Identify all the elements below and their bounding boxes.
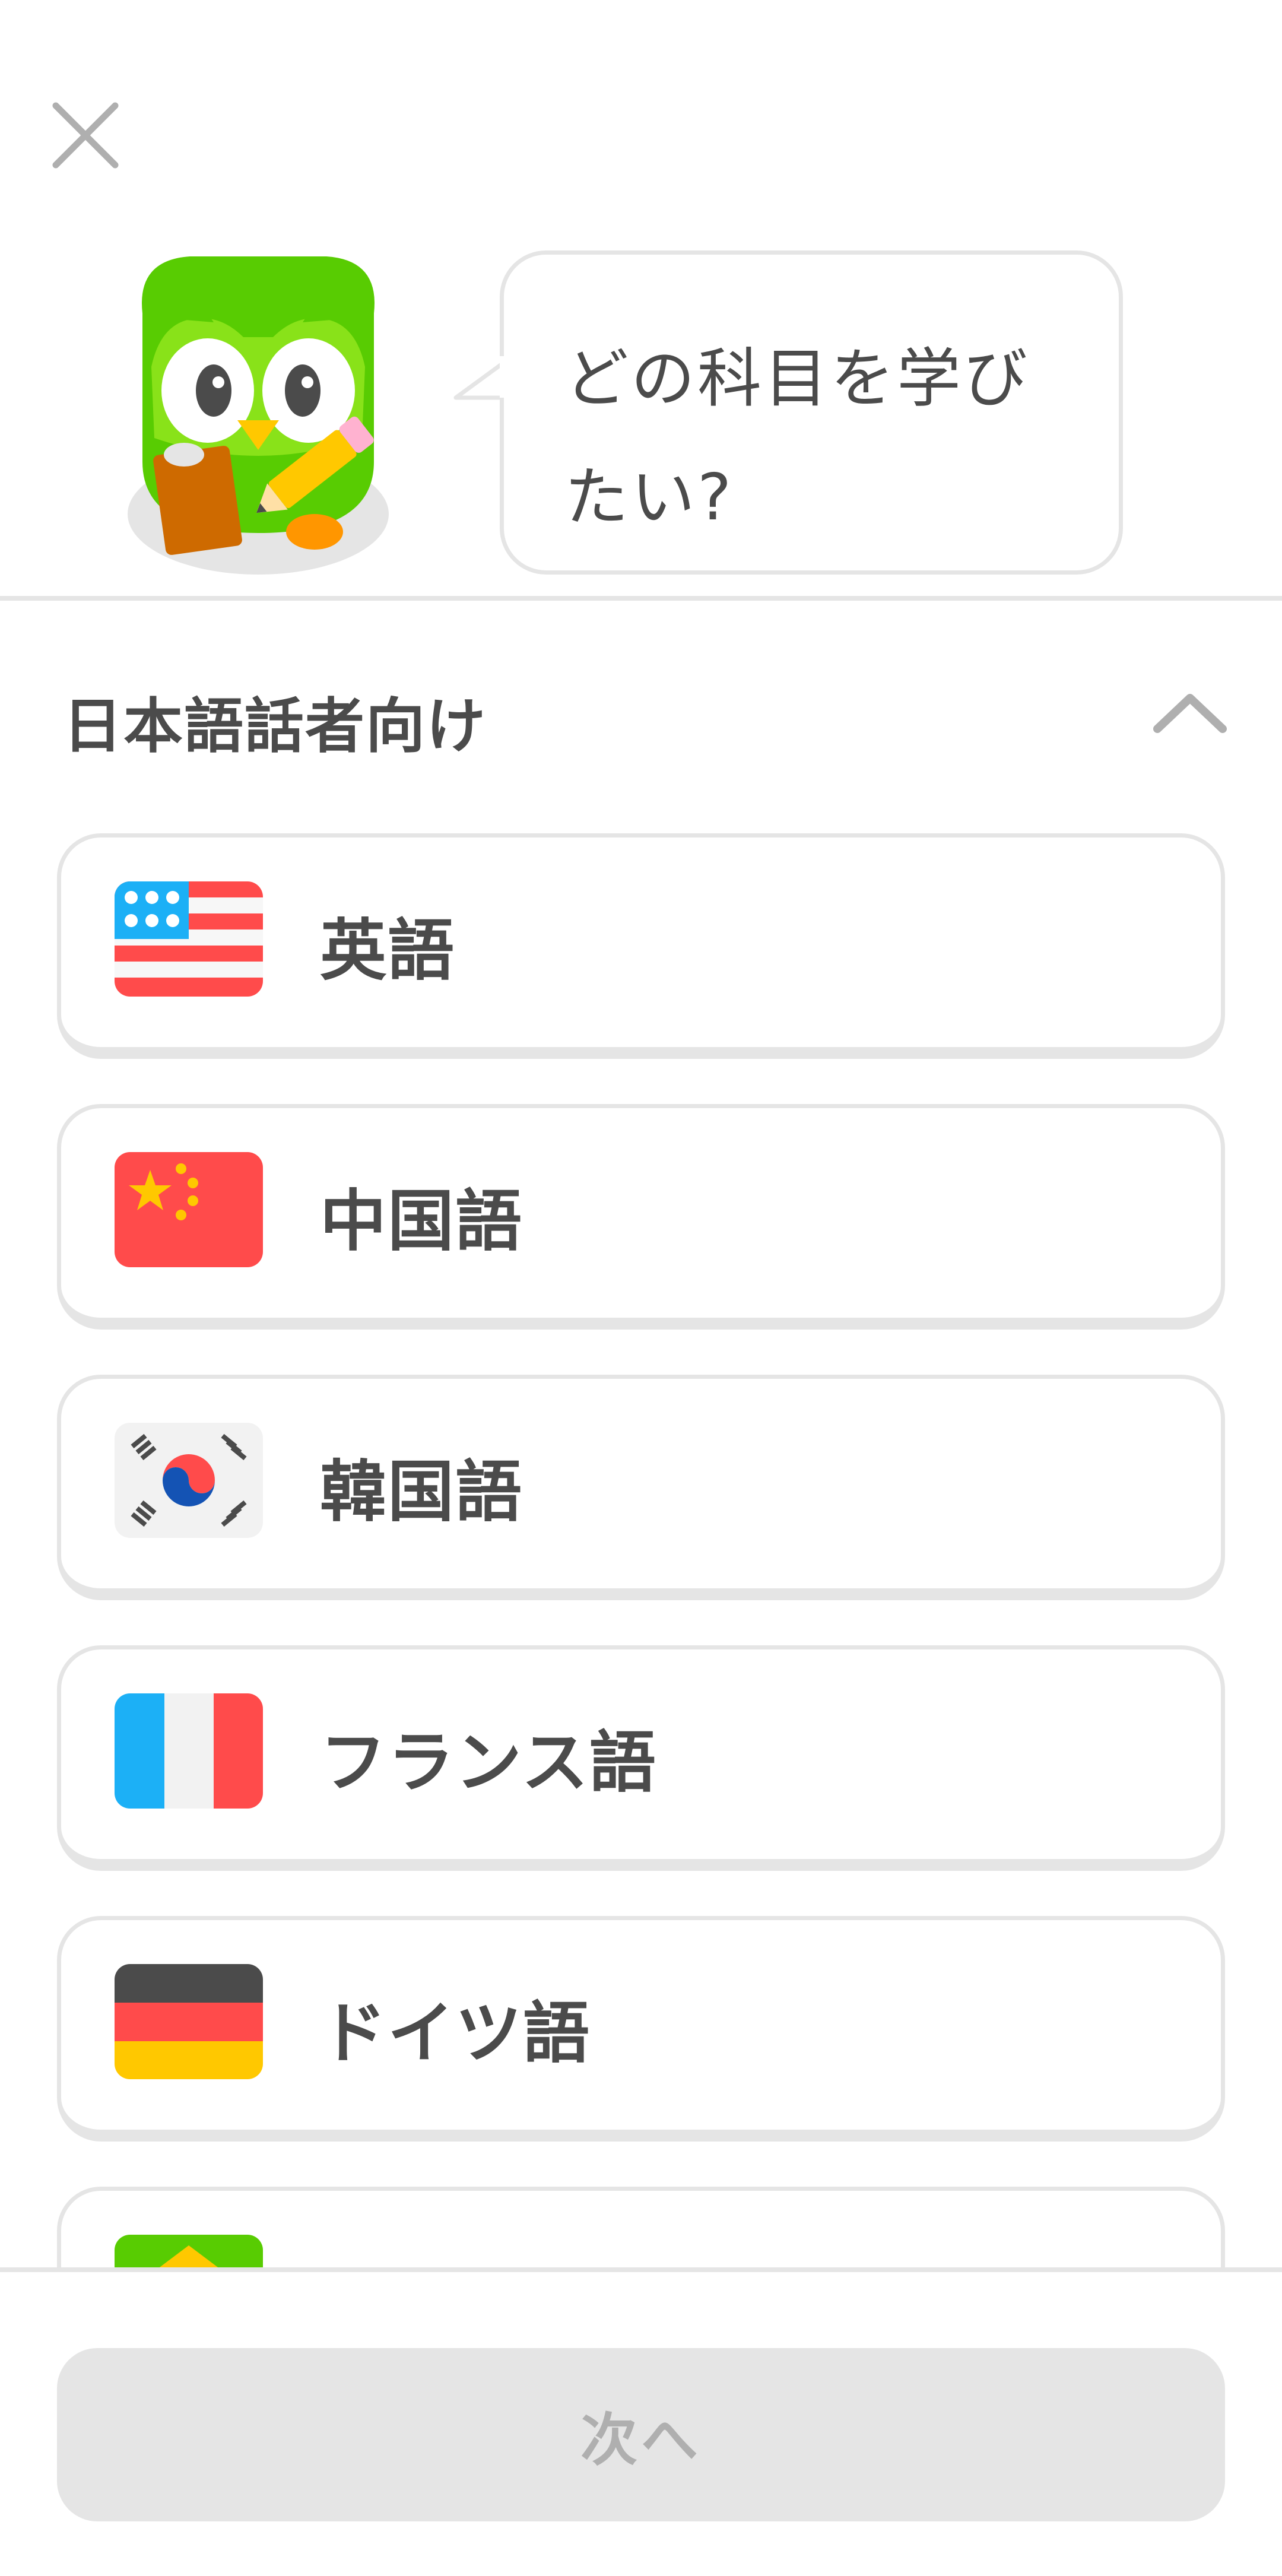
france-flag-icon bbox=[115, 1693, 263, 1809]
course-list[interactable]: 日本語話者向け 英語 中国語 韓国語 フランス語 ドイツ語 bbox=[0, 0, 1282, 2267]
course-label: 韓国語 bbox=[320, 1454, 523, 1531]
course-card-portuguese[interactable] bbox=[57, 2187, 1225, 2267]
course-label: フランス語 bbox=[320, 1724, 657, 1801]
course-label: 英語 bbox=[320, 912, 455, 989]
germany-flag-icon bbox=[115, 1964, 263, 2079]
section-toggle[interactable] bbox=[1151, 689, 1229, 736]
course-card-chinese[interactable]: 中国語 bbox=[57, 1104, 1225, 1330]
course-card-german[interactable]: ドイツ語 bbox=[57, 1916, 1225, 2142]
chevron-up-icon bbox=[1153, 694, 1227, 733]
footer-divider bbox=[0, 2267, 1282, 2272]
course-card-korean[interactable]: 韓国語 bbox=[57, 1375, 1225, 1600]
brazil-flag-icon bbox=[115, 2235, 263, 2267]
section-title: 日本語話者向け bbox=[63, 691, 487, 761]
course-card-english[interactable]: 英語 bbox=[57, 833, 1225, 1059]
china-flag-icon bbox=[115, 1152, 263, 1267]
course-card-french[interactable]: フランス語 bbox=[57, 1645, 1225, 1871]
course-label: 中国語 bbox=[320, 1183, 523, 1260]
korea-flag-icon bbox=[115, 1423, 263, 1538]
course-label: ドイツ語 bbox=[320, 1995, 591, 2072]
us-flag-icon bbox=[115, 881, 263, 997]
next-button[interactable]: 次へ bbox=[57, 2348, 1225, 2521]
